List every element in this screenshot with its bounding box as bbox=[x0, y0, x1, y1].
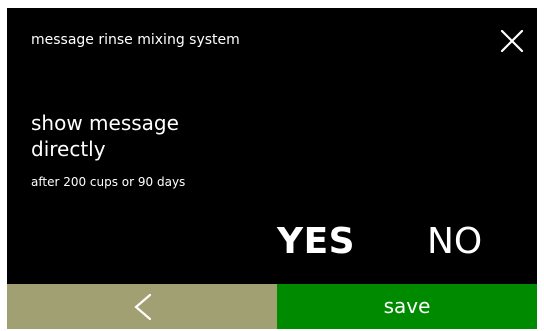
message-heading-line-1: show message bbox=[31, 111, 179, 135]
save-button[interactable]: save bbox=[277, 284, 537, 329]
message-condition: after 200 cups or 90 days bbox=[31, 175, 186, 189]
message-heading-line-2: directly bbox=[31, 137, 106, 161]
no-option[interactable]: NO bbox=[427, 218, 482, 266]
close-button[interactable] bbox=[499, 28, 525, 54]
screen: message rinse mixing system show message… bbox=[7, 8, 537, 329]
message-heading: show message directly bbox=[31, 110, 271, 162]
footer-bar: save bbox=[7, 284, 537, 329]
page-title: message rinse mixing system bbox=[31, 32, 240, 48]
close-icon bbox=[499, 28, 525, 54]
yes-option[interactable]: YES bbox=[277, 218, 355, 266]
back-button[interactable] bbox=[7, 284, 277, 329]
